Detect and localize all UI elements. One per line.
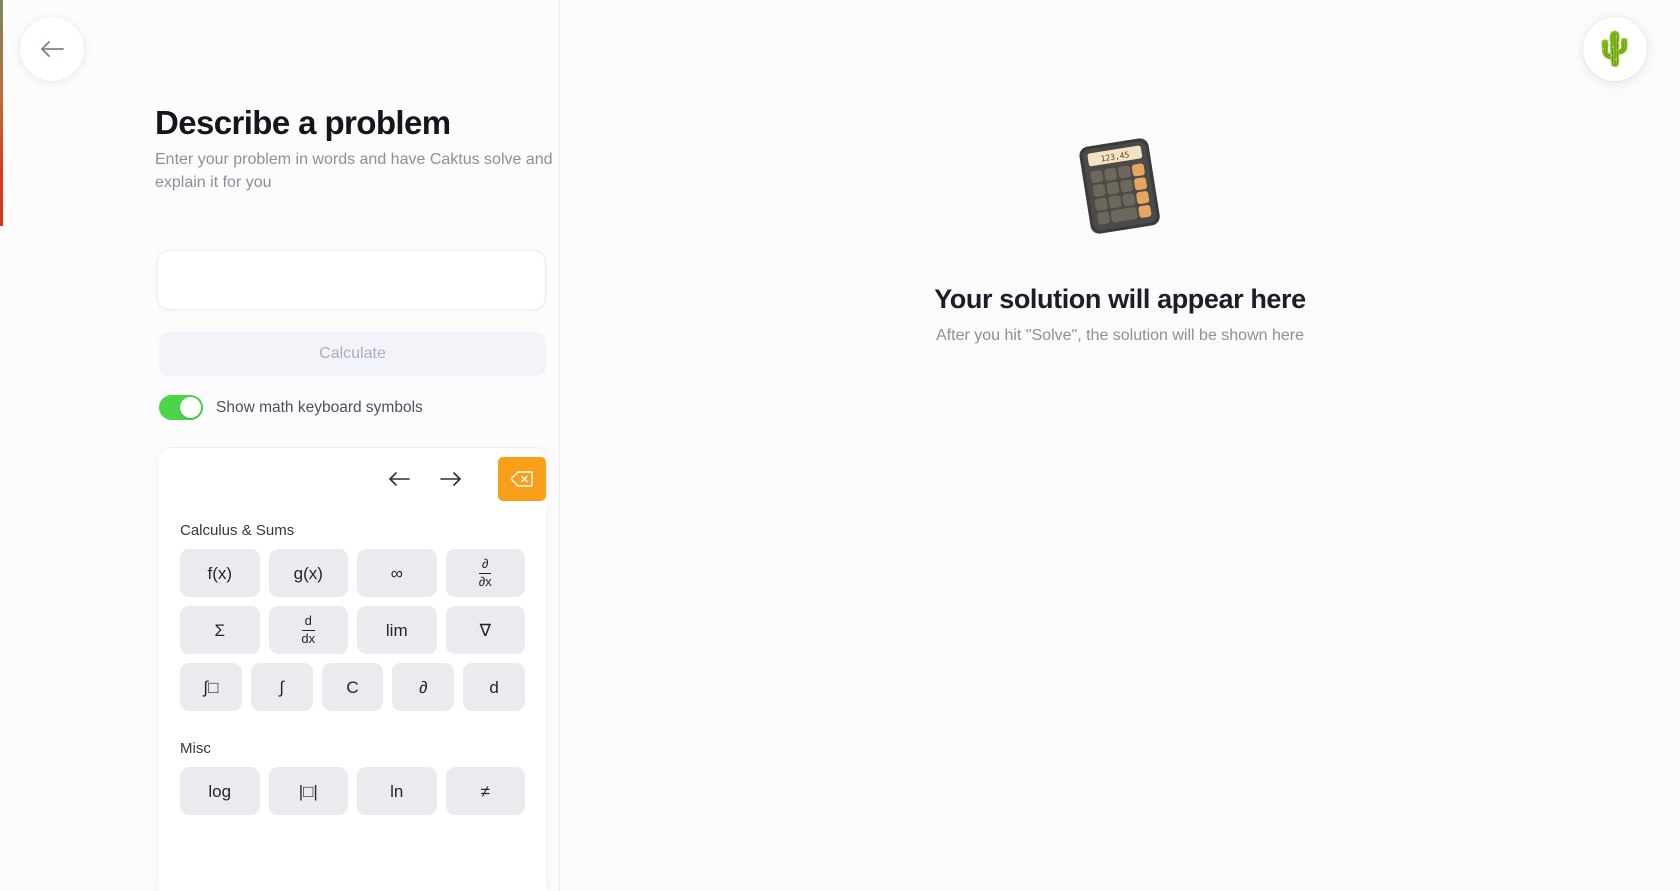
key-integral[interactable]: ∫ (250, 663, 313, 711)
calculator-emoji-svg: 123,45 (1079, 138, 1160, 234)
toggle-knob (180, 397, 201, 418)
key-infinity[interactable]: ∞ (357, 549, 437, 597)
key-f-of-x[interactable]: f(x) (180, 549, 260, 597)
keyboard-section-title-calculus: Calculus & Sums (180, 522, 295, 539)
calculator-icon: 123,45 (1076, 135, 1164, 242)
cursor-left-button[interactable] (382, 462, 416, 496)
show-math-keyboard-toggle[interactable] (159, 395, 203, 420)
keyboard-row: log |□| ln ≠ (159, 767, 546, 824)
key-absolute-value[interactable]: |□| (268, 767, 348, 815)
backspace-icon (510, 471, 533, 487)
cactus-icon: 🌵 (1593, 30, 1637, 68)
key-derivative[interactable]: d dx (268, 606, 348, 654)
math-keyboard-toggle-row: Show math keyboard symbols (159, 395, 423, 420)
solution-heading: Your solution will appear here (934, 284, 1306, 314)
arrow-right-icon (440, 472, 461, 486)
cursor-right-button[interactable] (434, 462, 468, 496)
avatar[interactable]: 🌵 (1583, 17, 1647, 81)
backspace-button[interactable] (498, 457, 546, 501)
keyboard-toolbar (159, 448, 546, 510)
fraction-denominator: ∂x (478, 573, 492, 589)
keyboard-row: Σ d dx lim ∇ (159, 606, 546, 663)
fraction-glyph: ∂ ∂x (476, 557, 495, 588)
calculate-button[interactable]: Calculate (159, 332, 546, 376)
fraction-numerator: ∂ (479, 557, 492, 574)
key-natural-log[interactable]: ln (357, 767, 437, 815)
key-sigma-sum[interactable]: Σ (180, 606, 260, 654)
key-partial[interactable]: ∂ (392, 663, 455, 711)
key-not-equal[interactable]: ≠ (445, 767, 525, 815)
key-limit[interactable]: lim (357, 606, 437, 654)
fraction-numerator: d (301, 614, 315, 631)
keyboard-row: ∫□ ∫ C ∂ d (159, 663, 546, 720)
arrow-left-icon (389, 472, 410, 486)
fraction-denominator: dx (301, 630, 316, 646)
calculator-illustration: 123,45 (560, 138, 1680, 234)
key-g-of-x[interactable]: g(x) (268, 549, 348, 597)
left-panel: Describe a problem Enter your problem in… (0, 0, 560, 891)
back-button[interactable] (20, 17, 84, 81)
arrow-left-icon (41, 41, 64, 57)
page-title: Describe a problem (155, 104, 451, 141)
page-subtitle: Enter your problem in words and have Cak… (155, 151, 553, 191)
fraction-glyph: d dx (298, 614, 318, 645)
math-keyboard: Calculus & Sums f(x) g(x) ∞ ∂ ∂x Σ d dx … (159, 448, 546, 891)
key-constant-c[interactable]: C (321, 663, 384, 711)
key-log[interactable]: log (180, 767, 260, 815)
key-nabla[interactable]: ∇ (445, 606, 525, 654)
keyboard-row: f(x) g(x) ∞ ∂ ∂x (159, 549, 546, 606)
key-partial-derivative[interactable]: ∂ ∂x (445, 549, 525, 597)
keyboard-section-title-misc: Misc (180, 740, 211, 757)
solution-panel: 123,45 Your solution will appear here Af… (560, 0, 1680, 891)
key-differential-d[interactable]: d (463, 663, 525, 711)
edge-accent-strip (0, 0, 3, 226)
solution-subtext: After you hit "Solve", the solution will… (936, 327, 1304, 344)
key-definite-integral[interactable]: ∫□ (180, 663, 242, 711)
toggle-label: Show math keyboard symbols (216, 398, 423, 416)
problem-input[interactable] (157, 250, 546, 310)
